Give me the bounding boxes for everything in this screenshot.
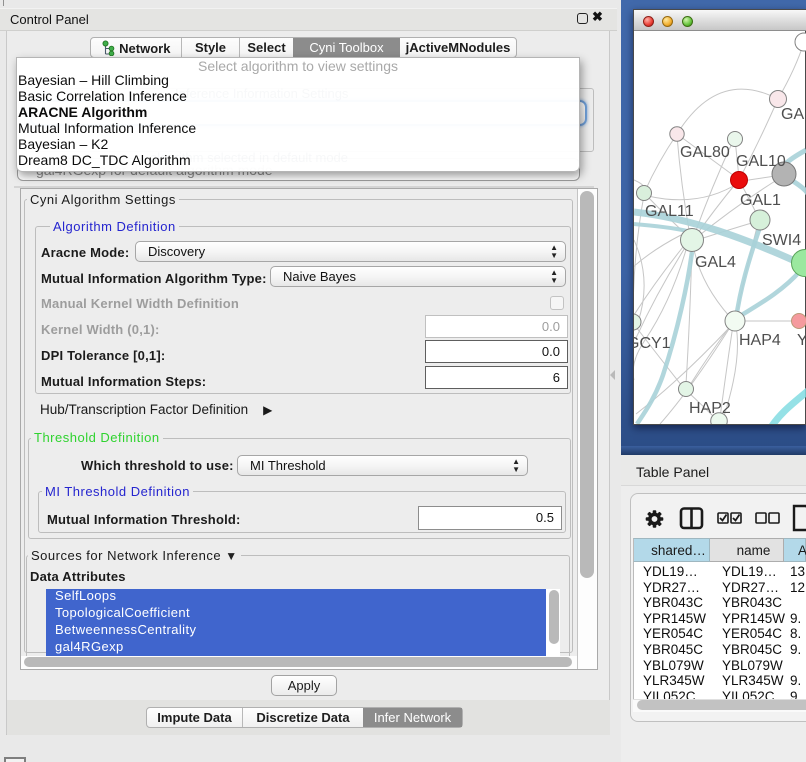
svg-text:GAL1: GAL1 <box>740 192 781 209</box>
svg-text:GAL10: GAL10 <box>736 153 786 170</box>
svg-text:SWI4: SWI4 <box>762 232 801 249</box>
svg-text:Y: Y <box>797 332 806 349</box>
svg-text:HAP4: HAP4 <box>739 332 781 349</box>
svg-text:HAP2: HAP2 <box>689 400 731 417</box>
svg-text:GAL4: GAL4 <box>695 254 736 271</box>
svg-text:GAL11: GAL11 <box>645 203 694 220</box>
svg-text:GAL: GAL <box>781 106 806 123</box>
svg-text:GAL80: GAL80 <box>680 144 730 161</box>
svg-text:GCY1: GCY1 <box>634 335 671 352</box>
